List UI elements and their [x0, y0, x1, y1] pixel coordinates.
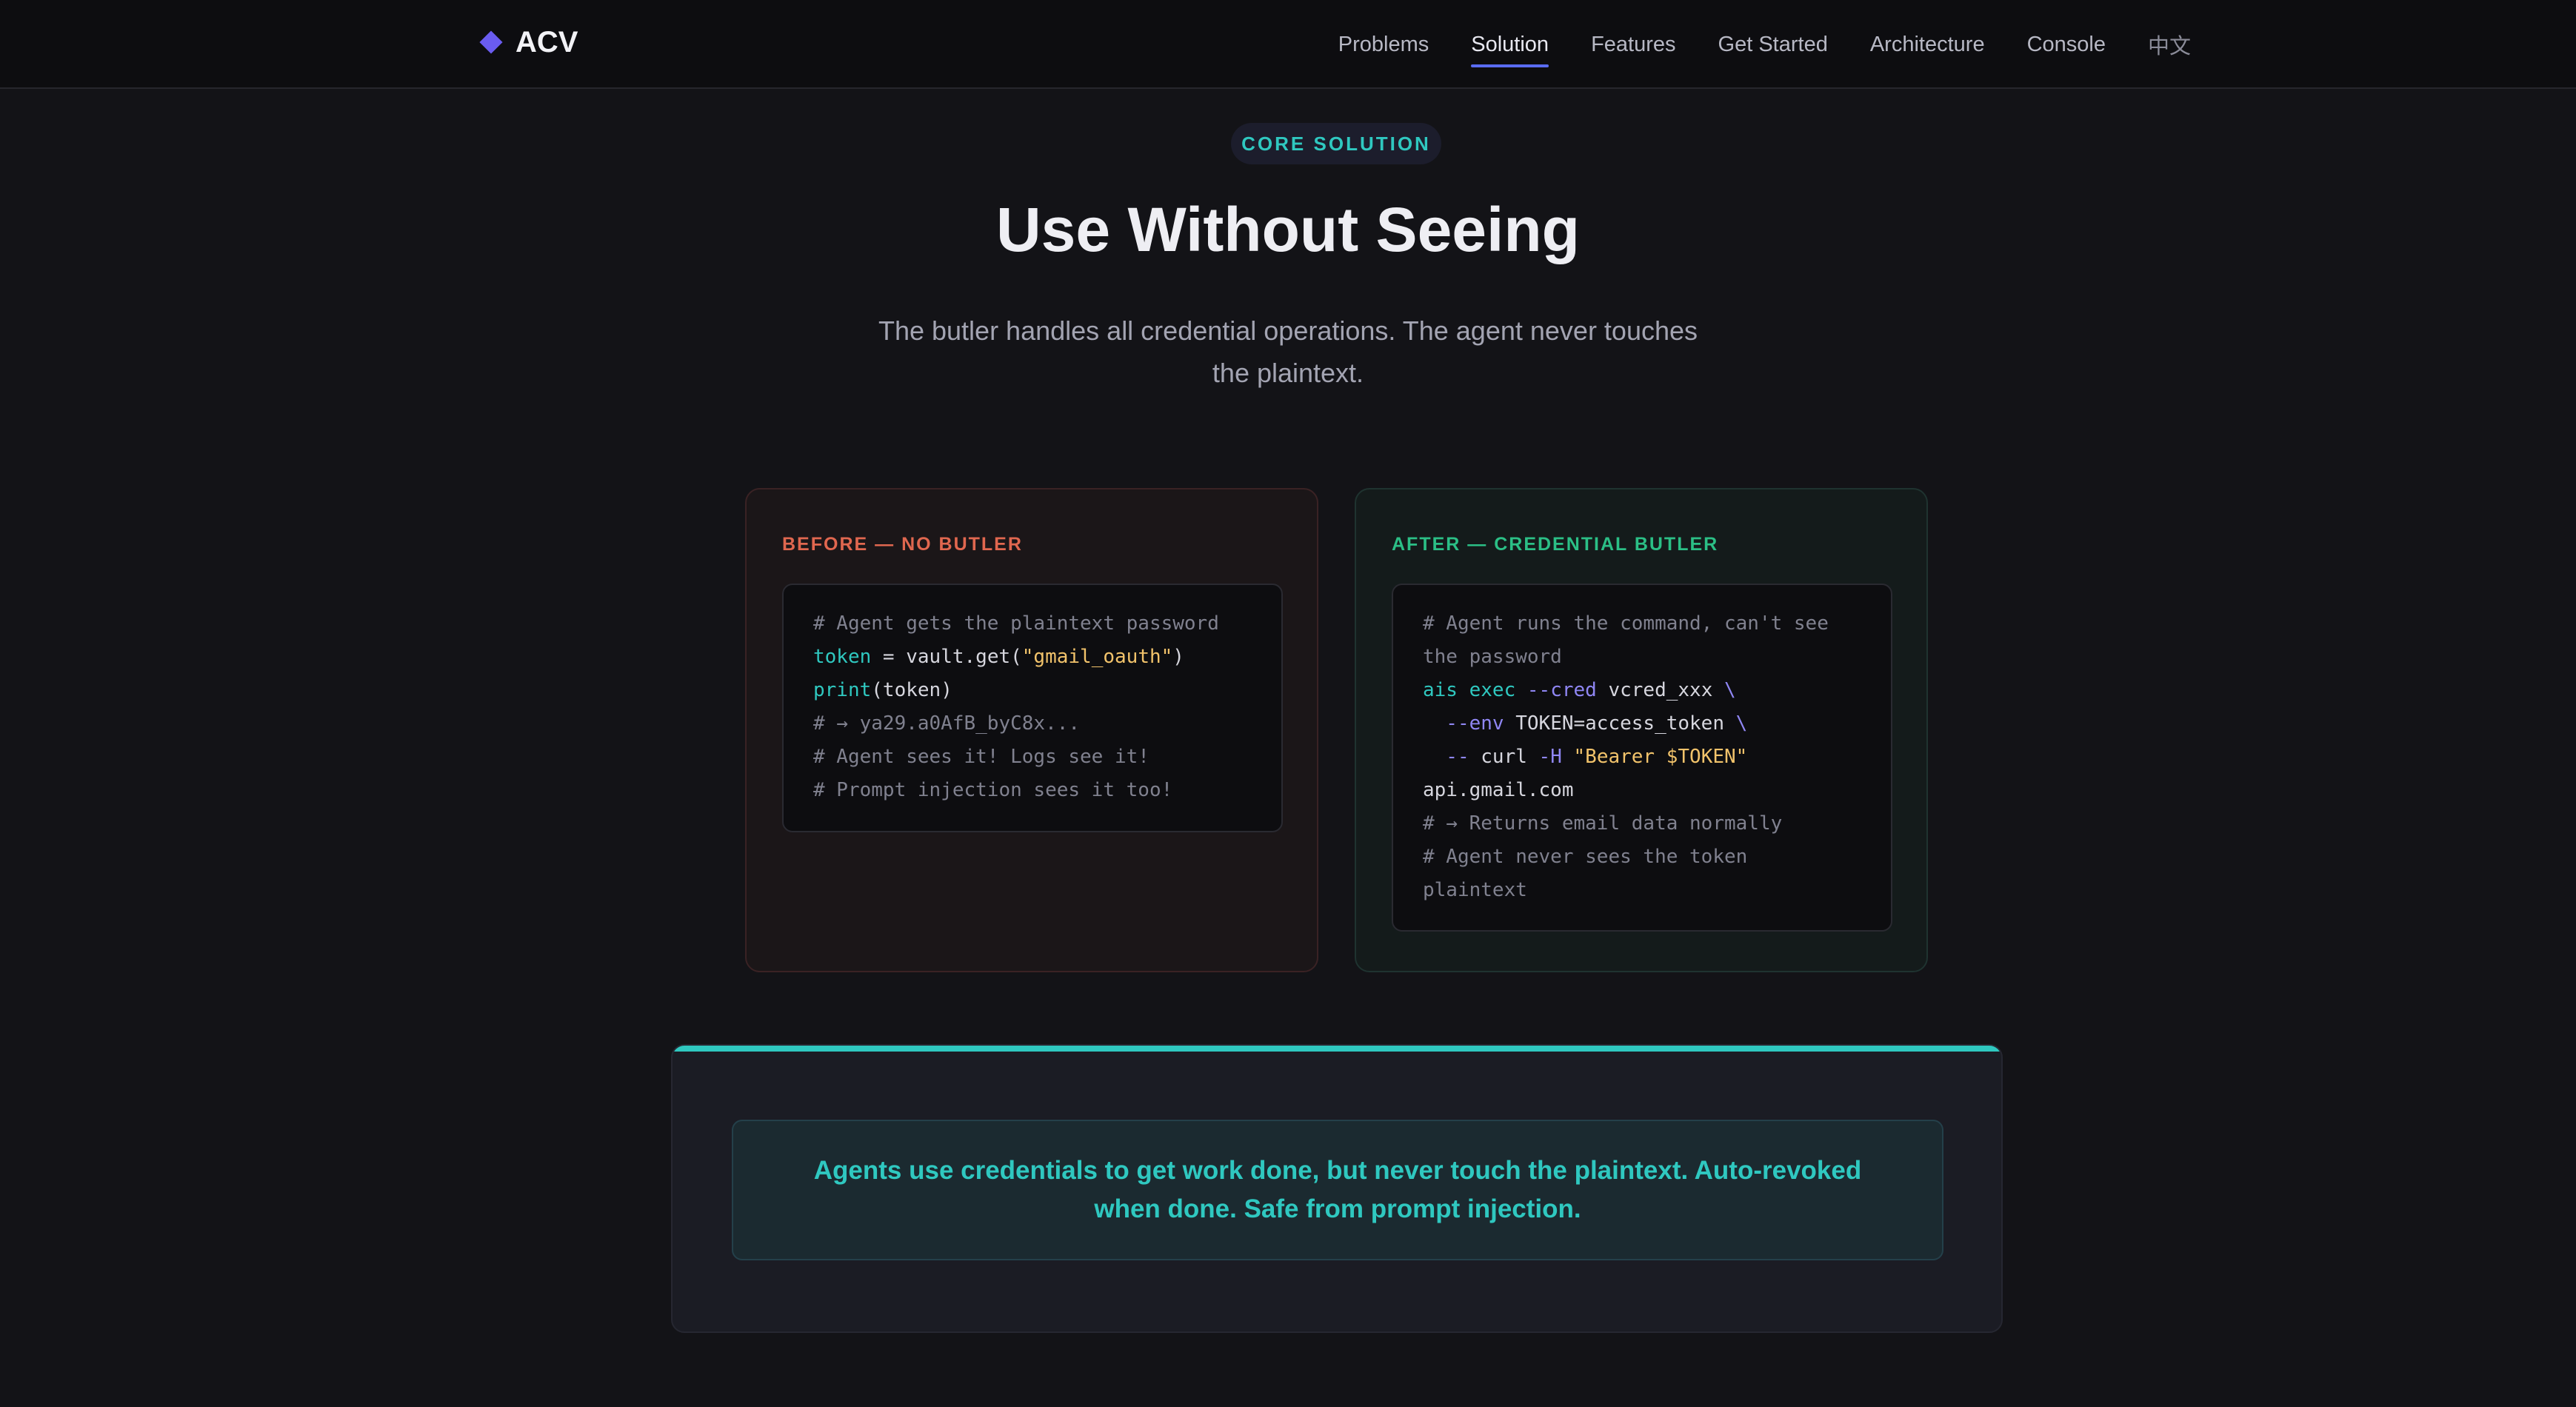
- code-host: api.gmail.com: [1423, 779, 1574, 801]
- code-line-continuation: \: [1735, 712, 1748, 735]
- code-command: curl: [1469, 746, 1539, 768]
- nav-link-features[interactable]: Features: [1591, 27, 1675, 63]
- code-line: token = vault.get("gmail_oauth"): [813, 641, 1252, 674]
- code-comment: plaintext: [1423, 879, 1527, 901]
- language-switch-link[interactable]: 中文: [2148, 23, 2191, 66]
- code-separator: --: [1423, 746, 1469, 768]
- code-comment: # Agent gets the plaintext password: [813, 612, 1219, 635]
- brand-logo[interactable]: ACV: [479, 21, 578, 64]
- nav-link-problems[interactable]: Problems: [1338, 27, 1429, 63]
- nav-link-architecture[interactable]: Architecture: [1870, 27, 1985, 63]
- code-line: --env TOKEN=access_token \: [1423, 707, 1861, 741]
- before-code-block: # Agent gets the plaintext password toke…: [782, 584, 1283, 832]
- nav-link-get-started[interactable]: Get Started: [1718, 27, 1828, 63]
- code-comment: # Agent runs the command, can't see: [1423, 612, 1829, 635]
- after-code-block: # Agent runs the command, can't see the …: [1392, 584, 1892, 932]
- code-args: (token): [871, 679, 952, 701]
- code-value: vcred_xxx: [1596, 679, 1724, 701]
- code-function: print: [813, 679, 872, 701]
- code-value: TOKEN=access_token: [1504, 712, 1736, 735]
- code-comment: # Agent sees it! Logs see it!: [813, 746, 1149, 768]
- code-comment: # Prompt injection sees it too!: [813, 779, 1173, 801]
- banner-accent-bar: [673, 1046, 2001, 1052]
- code-flag: --cred: [1526, 679, 1597, 701]
- code-line-continuation: \: [1724, 679, 1736, 701]
- before-card-label: BEFORE — NO BUTLER: [782, 534, 1023, 555]
- section-subtitle: The butler handles all credential operat…: [878, 315, 1698, 388]
- code-variable: token: [813, 646, 872, 668]
- section-badge: CORE SOLUTION: [1231, 123, 1441, 164]
- code-comment: # → Returns email data normally: [1423, 812, 1783, 835]
- code-comment: the password: [1423, 646, 1562, 668]
- code-command: ais exec: [1423, 679, 1516, 701]
- code-comment: # Agent never sees the token: [1423, 846, 1748, 868]
- summary-banner: Agents use credentials to get work done,…: [671, 1044, 2003, 1333]
- nav-link-solution[interactable]: Solution: [1471, 27, 1549, 67]
- before-card: BEFORE — NO BUTLER # Agent gets the plai…: [745, 488, 1318, 972]
- nav-link-console[interactable]: Console: [2027, 27, 2106, 63]
- code-line: -- curl -H "Bearer $TOKEN": [1423, 741, 1861, 774]
- after-card: AFTER — CREDENTIAL BUTLER # Agent runs t…: [1355, 488, 1928, 972]
- brand-name: ACV: [515, 25, 578, 59]
- code-call: = vault.get(: [871, 646, 1022, 668]
- summary-callout: Agents use credentials to get work done,…: [732, 1120, 1943, 1260]
- after-card-label: AFTER — CREDENTIAL BUTLER: [1392, 534, 1719, 555]
- code-comment: # → ya29.a0AfB_byC8x...: [813, 712, 1081, 735]
- code-line: ais exec --cred vcred_xxx \: [1423, 674, 1861, 707]
- nav-links: Problems Solution Features Get Started A…: [1338, 0, 2191, 89]
- code-flag: --env: [1423, 712, 1504, 735]
- code-line: print(token): [813, 674, 1252, 707]
- code-string: "Bearer $TOKEN": [1561, 746, 1748, 768]
- diamond-logo-icon: [479, 30, 503, 54]
- code-string: "gmail_oauth": [1021, 646, 1173, 668]
- code-paren: ): [1172, 646, 1184, 668]
- top-navbar: ACV Problems Solution Features Get Start…: [0, 0, 2576, 89]
- section-title: Use Without Seeing: [996, 195, 1580, 264]
- code-flag: -H: [1538, 746, 1562, 768]
